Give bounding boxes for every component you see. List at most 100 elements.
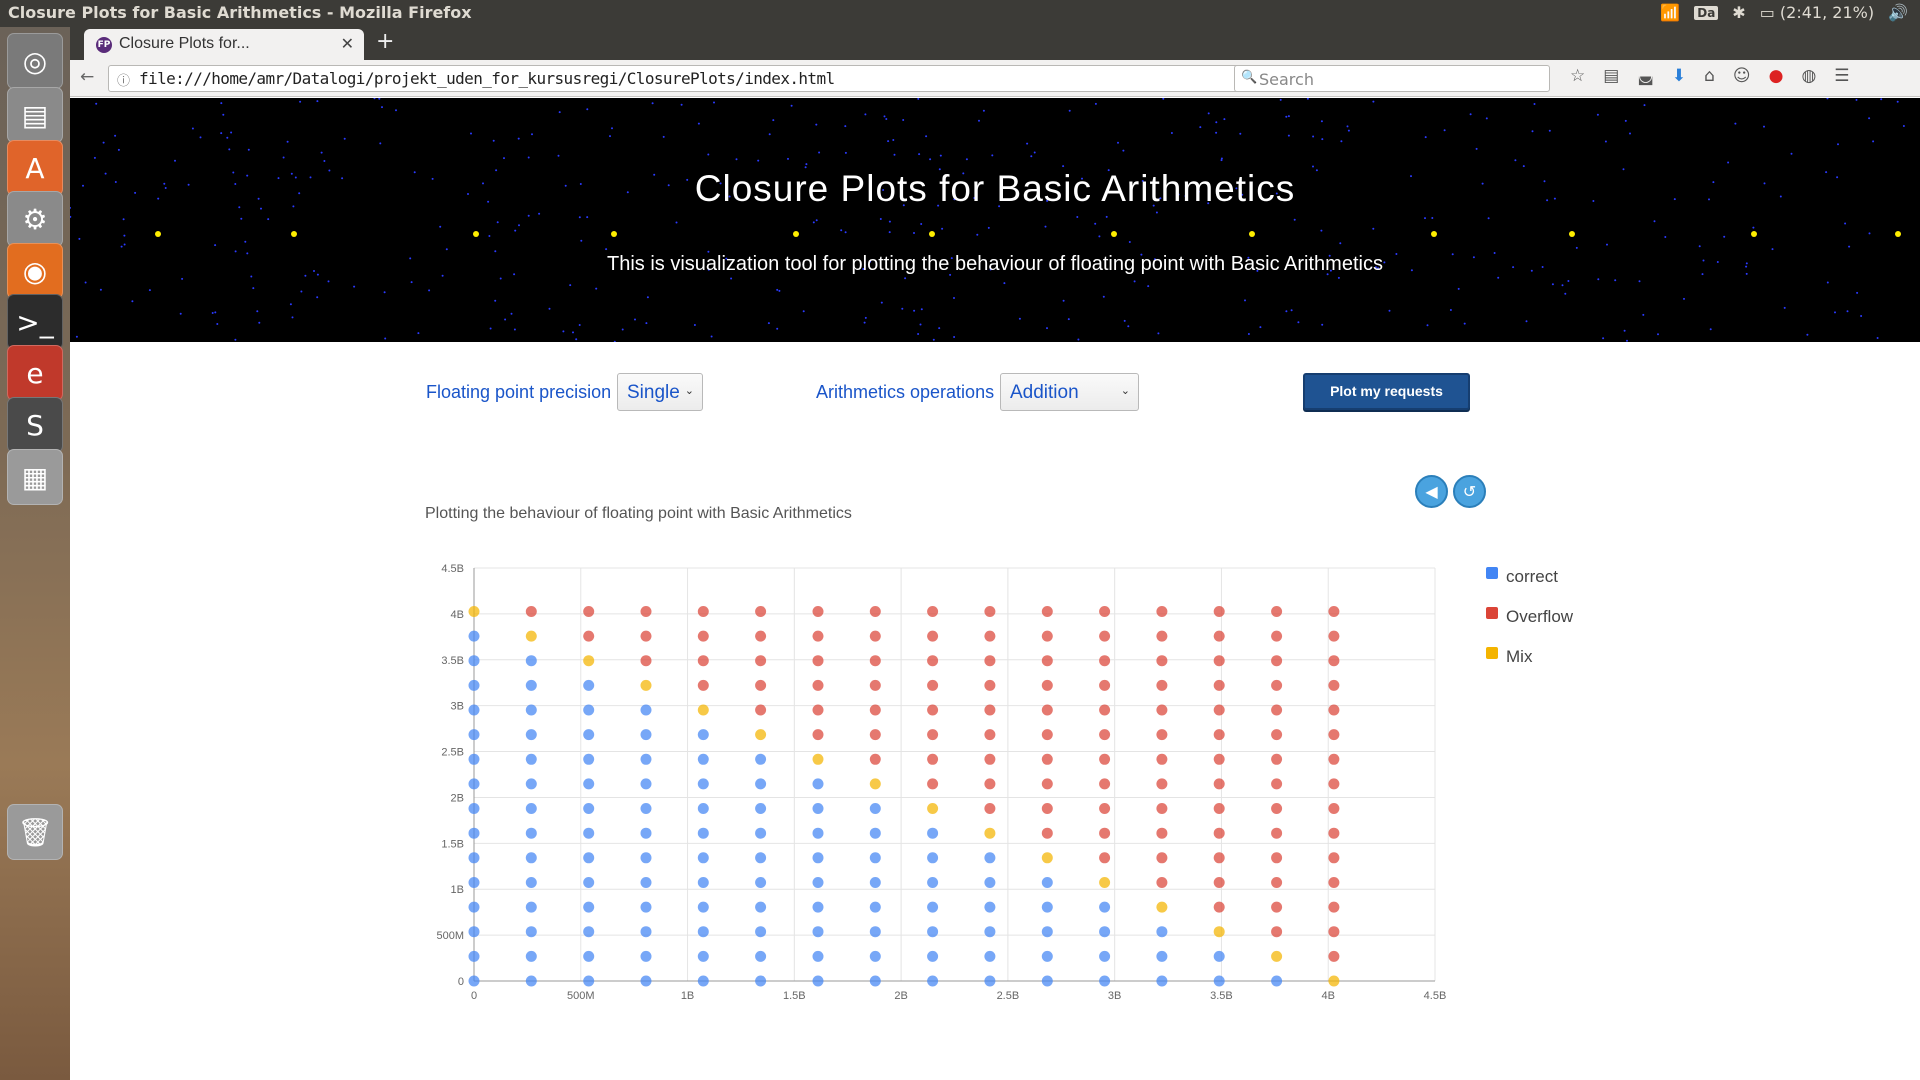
reading-list-icon[interactable]: ▤	[1603, 66, 1619, 86]
point-correct[interactable]	[525, 704, 537, 716]
point-correct[interactable]	[640, 950, 652, 962]
point-overflow[interactable]	[697, 655, 709, 667]
point-correct[interactable]	[1041, 901, 1053, 913]
point-overflow[interactable]	[1328, 679, 1340, 691]
point-correct[interactable]	[468, 901, 480, 913]
point-overflow[interactable]	[1099, 655, 1111, 667]
point-overflow[interactable]	[1213, 679, 1225, 691]
point-correct[interactable]	[984, 852, 996, 864]
legend-label[interactable]: Overflow	[1506, 607, 1574, 626]
point-overflow[interactable]	[640, 630, 652, 642]
point-correct[interactable]	[697, 729, 709, 741]
point-correct[interactable]	[468, 753, 480, 765]
point-overflow[interactable]	[812, 606, 824, 617]
point-correct[interactable]	[640, 827, 652, 839]
point-correct[interactable]	[640, 926, 652, 938]
point-overflow[interactable]	[1099, 606, 1111, 617]
point-overflow[interactable]	[869, 753, 881, 765]
point-correct[interactable]	[640, 901, 652, 913]
point-correct[interactable]	[583, 950, 595, 962]
point-correct[interactable]	[812, 975, 824, 987]
point-correct[interactable]	[697, 753, 709, 765]
point-correct[interactable]	[1156, 950, 1168, 962]
point-correct[interactable]	[583, 778, 595, 790]
point-overflow[interactable]	[1328, 827, 1340, 839]
point-correct[interactable]	[755, 975, 767, 987]
point-overflow[interactable]	[1041, 729, 1053, 741]
point-overflow[interactable]	[984, 606, 996, 617]
point-overflow[interactable]	[1156, 803, 1168, 814]
point-correct[interactable]	[468, 803, 480, 814]
point-correct[interactable]	[525, 975, 537, 987]
point-overflow[interactable]	[1213, 803, 1225, 814]
legend-label[interactable]: correct	[1506, 567, 1558, 586]
battery-indicator[interactable]: ▭ (2:41, 21%)	[1760, 3, 1874, 22]
point-correct[interactable]	[468, 778, 480, 790]
point-correct[interactable]	[1041, 975, 1053, 987]
emacs-icon[interactable]: e	[7, 345, 63, 401]
point-correct[interactable]	[640, 975, 652, 987]
point-overflow[interactable]	[984, 803, 996, 814]
point-overflow[interactable]	[1271, 926, 1283, 938]
point-correct[interactable]	[1099, 901, 1111, 913]
point-overflow[interactable]	[1271, 778, 1283, 790]
point-correct[interactable]	[1041, 926, 1053, 938]
point-correct[interactable]	[583, 852, 595, 864]
point-overflow[interactable]	[1271, 803, 1283, 814]
point-correct[interactable]	[927, 901, 939, 913]
point-overflow[interactable]	[1041, 827, 1053, 839]
workspace-switcher-icon[interactable]: ▦	[7, 449, 63, 505]
new-tab-button[interactable]: +	[376, 31, 394, 53]
point-overflow[interactable]	[869, 655, 881, 667]
point-mix[interactable]	[927, 803, 939, 814]
point-overflow[interactable]	[1271, 827, 1283, 839]
point-overflow[interactable]	[755, 630, 767, 642]
point-correct[interactable]	[583, 975, 595, 987]
keyboard-layout-indicator[interactable]: Da	[1694, 5, 1719, 20]
point-correct[interactable]	[640, 877, 652, 888]
point-overflow[interactable]	[755, 655, 767, 667]
menu-icon[interactable]: ☰	[1834, 66, 1849, 86]
point-overflow[interactable]	[1213, 753, 1225, 765]
point-mix[interactable]	[640, 679, 652, 691]
search-bar[interactable]: 🔍 Search	[1234, 65, 1550, 92]
point-correct[interactable]	[640, 704, 652, 716]
point-overflow[interactable]	[1156, 630, 1168, 642]
wifi-icon[interactable]: 📶	[1660, 3, 1680, 22]
point-correct[interactable]	[697, 852, 709, 864]
trash-icon[interactable]: 🗑	[7, 804, 63, 860]
point-correct[interactable]	[640, 852, 652, 864]
point-correct[interactable]	[927, 877, 939, 888]
sublime-text-icon[interactable]: S	[7, 397, 63, 453]
point-correct[interactable]	[697, 950, 709, 962]
point-overflow[interactable]	[1271, 852, 1283, 864]
point-overflow[interactable]	[1041, 679, 1053, 691]
point-overflow[interactable]	[1328, 901, 1340, 913]
point-correct[interactable]	[525, 729, 537, 741]
point-overflow[interactable]	[927, 753, 939, 765]
download-icon[interactable]: ⬇	[1672, 66, 1686, 86]
point-correct[interactable]	[697, 803, 709, 814]
point-correct[interactable]	[755, 877, 767, 888]
point-correct[interactable]	[755, 901, 767, 913]
point-correct[interactable]	[812, 950, 824, 962]
point-overflow[interactable]	[1328, 655, 1340, 667]
point-correct[interactable]	[525, 901, 537, 913]
point-overflow[interactable]	[1099, 704, 1111, 716]
point-correct[interactable]	[583, 679, 595, 691]
point-mix[interactable]	[1099, 877, 1111, 888]
point-correct[interactable]	[468, 950, 480, 962]
point-overflow[interactable]	[1328, 704, 1340, 716]
point-correct[interactable]	[927, 926, 939, 938]
point-correct[interactable]	[468, 877, 480, 888]
point-correct[interactable]	[583, 704, 595, 716]
point-correct[interactable]	[525, 926, 537, 938]
point-overflow[interactable]	[1271, 679, 1283, 691]
point-correct[interactable]	[812, 877, 824, 888]
point-overflow[interactable]	[1156, 778, 1168, 790]
point-correct[interactable]	[869, 975, 881, 987]
point-overflow[interactable]	[1099, 778, 1111, 790]
point-correct[interactable]	[697, 926, 709, 938]
point-overflow[interactable]	[1328, 753, 1340, 765]
point-correct[interactable]	[583, 827, 595, 839]
